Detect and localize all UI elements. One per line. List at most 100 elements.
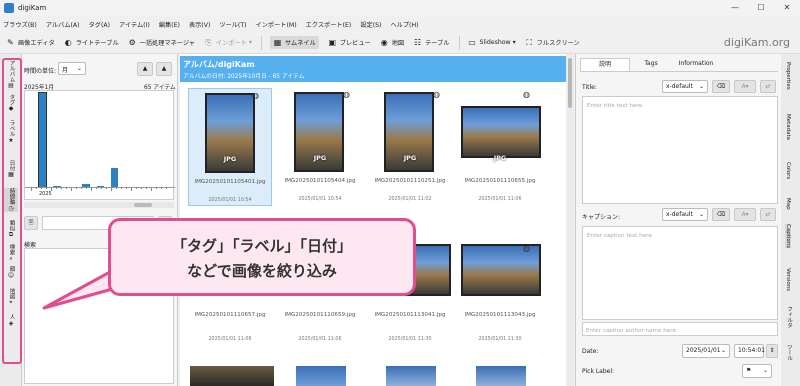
delete-icon[interactable]: ⌫: [712, 208, 730, 221]
thumbnail-item[interactable]: JPG ◍ IMG20250101110655.jpg 2025/01/01 1…: [458, 88, 542, 206]
table-view-button[interactable]: ☷ テーブル: [413, 38, 449, 47]
tab-tags[interactable]: Tags: [632, 58, 670, 72]
menu-item[interactable]: アイテム(I): [119, 20, 150, 29]
menu-tools[interactable]: ツール(T): [219, 20, 246, 29]
batch-queue-button[interactable]: ⚙ 一括処理マネージャ: [128, 38, 195, 47]
import-button[interactable]: ⎘ インポート ▾: [204, 38, 252, 47]
timeline-bar[interactable]: [111, 168, 119, 187]
time-unit-select[interactable]: 月 ⌄: [58, 62, 86, 75]
timeline-tick: [101, 187, 102, 189]
chevron-down-icon: ⌄: [720, 347, 726, 354]
title-textarea[interactable]: Enter title text here.: [582, 96, 778, 204]
thumbnail-item[interactable]: JPG ◍ IMG20250101105401.jpg 2025/01/01 1…: [188, 88, 272, 206]
file-name: IMG20250101110657.jpg: [194, 312, 266, 318]
menu-export[interactable]: エクスポート(E): [306, 20, 352, 29]
tab-filters[interactable]: フィルタ: [785, 306, 793, 328]
swap-icon[interactable]: ⇄: [760, 208, 776, 221]
title-language-select[interactable]: x-default ⌄: [662, 80, 708, 93]
tab-information[interactable]: Information: [672, 58, 720, 72]
menu-edit[interactable]: 編集(E): [159, 20, 180, 29]
timeline-tick: [156, 187, 157, 189]
timeline-bar[interactable]: [37, 92, 48, 188]
thumbnails-view-button[interactable]: ▦ サムネイル: [269, 36, 319, 49]
window-title: digiKam: [18, 4, 47, 12]
chevron-down-icon: ⌄: [762, 367, 768, 374]
timeline-bars: [25, 91, 175, 188]
table-icon: ☷: [414, 38, 422, 47]
caption-author-input[interactable]: Enter caption author name here.: [582, 322, 778, 336]
tab-description[interactable]: 説明: [580, 58, 630, 72]
caption-language-select[interactable]: x-default ⌄: [662, 208, 708, 221]
date-input[interactable]: 2025/01/01 ⌄: [682, 344, 730, 358]
translate-icon[interactable]: A▾: [734, 80, 756, 93]
menu-help[interactable]: ヘルプ(H): [390, 20, 418, 29]
pick-label-select[interactable]: ⚑ ⌄: [742, 364, 772, 378]
close-button[interactable]: ✕: [774, 0, 800, 16]
thumbnail-item[interactable]: ◍ IMG20250101113043.jpg 2025/01/01 11:30: [458, 224, 542, 342]
file-name: IMG20250101105404.jpg: [284, 178, 356, 184]
timeline-scrollbar[interactable]: [24, 202, 174, 208]
maximize-button[interactable]: ☐: [748, 0, 774, 16]
timeline-tick: [46, 187, 47, 189]
swap-icon[interactable]: ⇄: [760, 80, 776, 93]
brand-label: digiKam.org: [723, 36, 790, 49]
photo[interactable]: [386, 366, 436, 386]
file-date: 2025/01/01 11:06: [298, 337, 342, 342]
timeline-tick: [41, 187, 42, 189]
light-table-button[interactable]: ◐ ライトテーブル: [64, 38, 119, 47]
timeline-tick: [161, 187, 162, 189]
app-logo-icon: [4, 3, 14, 13]
caption-label: キャプション:: [582, 214, 621, 221]
light-table-icon: ◐: [64, 38, 72, 47]
menu-album[interactable]: アルバム(A): [46, 20, 80, 29]
file-name: IMG20250101113043.jpg: [464, 312, 536, 318]
translate-icon[interactable]: A▾: [734, 208, 756, 221]
tab-metadata[interactable]: Metadata: [785, 114, 791, 140]
time-input[interactable]: 10:54:01: [734, 344, 765, 358]
slideshow-button[interactable]: ▭ Slideshow ▾: [468, 38, 515, 47]
timeline-tick: [56, 187, 57, 189]
tab-properties[interactable]: Properties: [785, 62, 791, 90]
caption-textarea[interactable]: Enter caption text here.: [582, 226, 778, 320]
thumbnail-item[interactable]: JPG ◍ IMG20250101110251.jpg 2025/01/01 1…: [368, 88, 452, 206]
tab-versions[interactable]: Versions: [785, 268, 791, 291]
tab-tools[interactable]: ツール: [785, 344, 793, 361]
toolbar-divider: [260, 35, 262, 50]
menu-browse[interactable]: ブラウズ(B): [3, 20, 37, 29]
tab-captions[interactable]: Captions: [785, 224, 791, 249]
thumbnail-item[interactable]: JPG ◍ IMG20250101105404.jpg 2025/01/01 1…: [278, 88, 362, 206]
linear-scale-button[interactable]: ▲: [137, 62, 153, 76]
file-date: 2025/01/01 11:30: [388, 337, 432, 342]
thumbnail-scrollbar[interactable]: [566, 54, 574, 386]
pencil-icon: ✎: [7, 38, 14, 47]
image-editor-button[interactable]: ✎ 画像エディタ: [6, 38, 55, 47]
minimize-button[interactable]: —: [722, 0, 748, 16]
log-scale-button[interactable]: ▲: [156, 62, 172, 76]
save-selection-icon[interactable]: 🗎: [24, 216, 38, 230]
menu-import[interactable]: インポート(M): [256, 20, 297, 29]
delete-icon[interactable]: ⌫: [712, 80, 730, 93]
timeline-tick: [36, 187, 37, 189]
photo[interactable]: [476, 366, 526, 386]
tab-colors[interactable]: Colors: [785, 162, 791, 179]
time-stepper[interactable]: ⇕: [766, 344, 778, 358]
photo[interactable]: [296, 366, 346, 386]
timeline-chart[interactable]: 2025: [24, 90, 175, 200]
timeline-tick: [66, 187, 67, 189]
fullscreen-icon: ⛶: [526, 38, 532, 47]
timeline-tick: [126, 187, 127, 189]
preview-view-button[interactable]: ▣ プレビュー: [328, 38, 371, 47]
photo[interactable]: [190, 366, 274, 386]
chevron-down-icon: ⌄: [76, 65, 82, 72]
map-view-button[interactable]: ◉ 地図: [380, 38, 404, 47]
menu-settings[interactable]: 設定(S): [360, 20, 381, 29]
chevron-down-icon: ⌄: [698, 83, 704, 90]
timeline-tick: [111, 187, 112, 191]
callout-annotation: 「タグ」「ラベル」「日付」 などで画像を絞り込み: [108, 218, 416, 296]
menu-tag[interactable]: タグ(A): [89, 20, 110, 29]
fullscreen-button[interactable]: ⛶ フルスクリーン: [525, 38, 579, 47]
file-date: 2025/01/01 11:30: [478, 337, 522, 342]
menu-view[interactable]: 表示(V): [189, 20, 210, 29]
tab-map[interactable]: Map: [785, 198, 791, 210]
timeline-tick: [96, 187, 97, 189]
